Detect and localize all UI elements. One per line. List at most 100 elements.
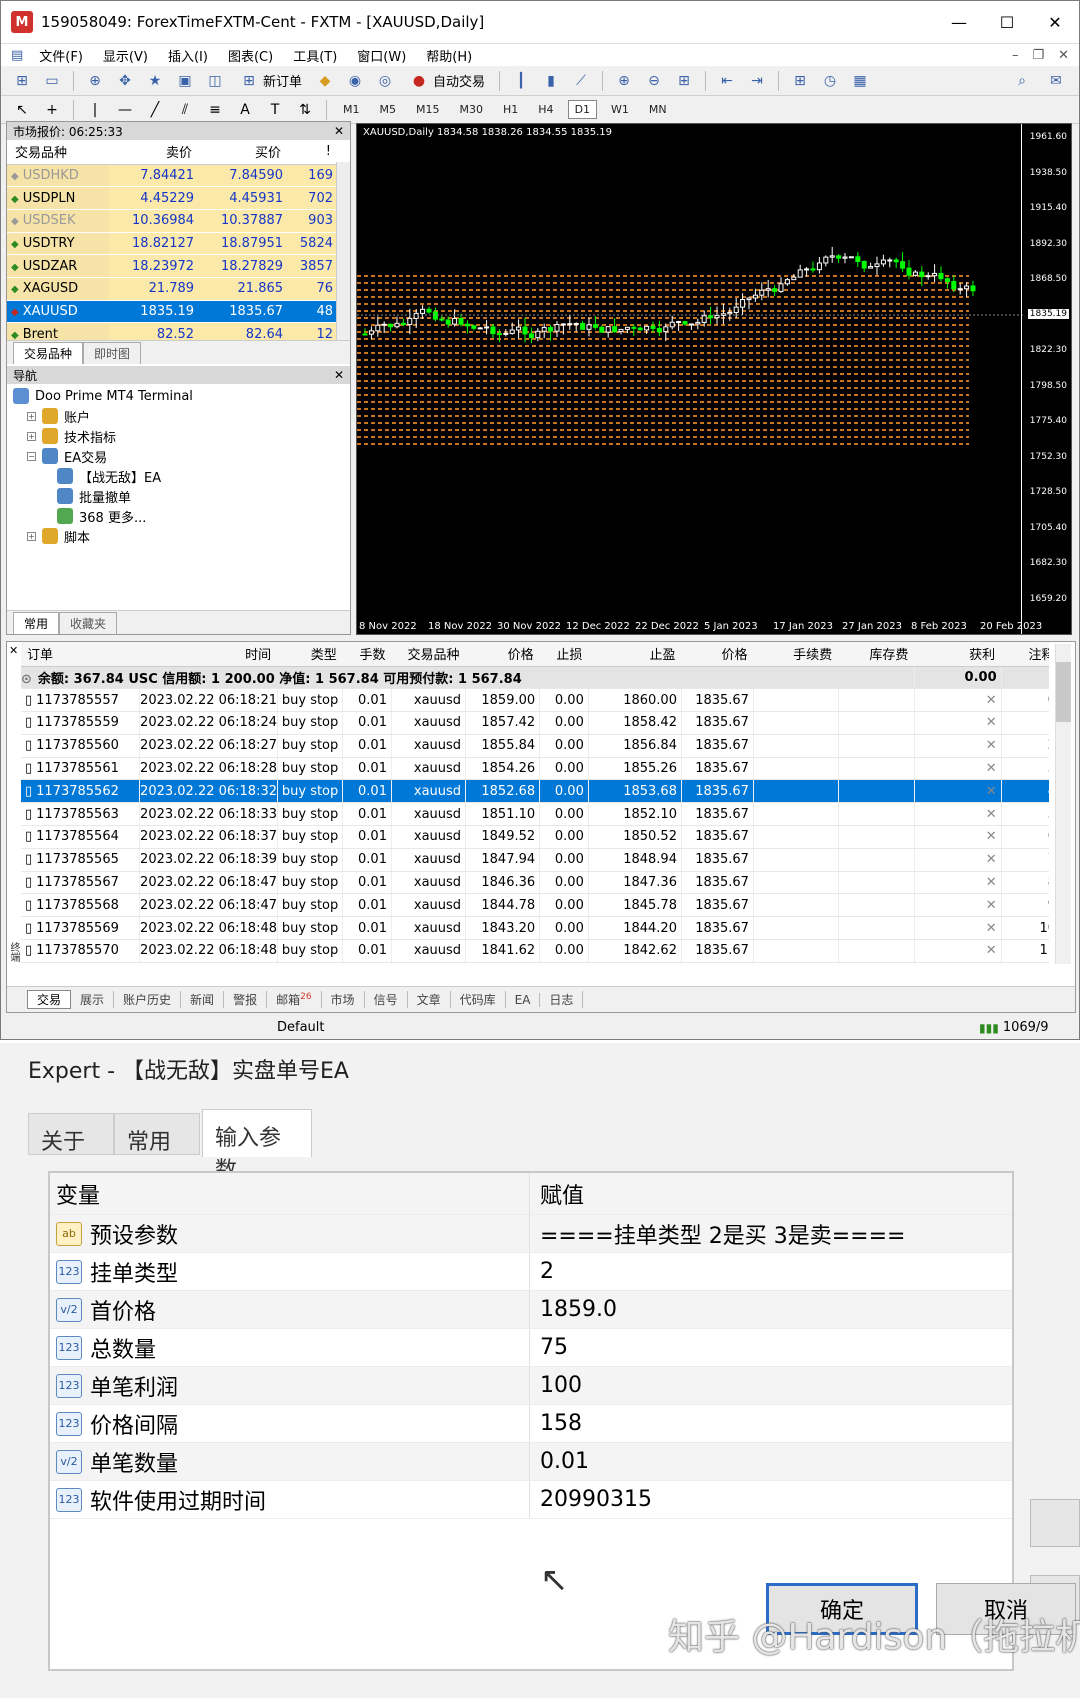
order-row[interactable]: ▯ 1173785561 2023.02.22 06:18:28 buy stop 0.…	[21, 757, 1049, 781]
nav-item[interactable]: 【战无敌】EA	[13, 466, 344, 486]
vertical-line-icon[interactable]: |	[84, 99, 106, 121]
market-watch-row[interactable]: ◆ USDPLN 4.45229 4.45931 702	[7, 186, 337, 210]
delete-cell[interactable]: ✕	[914, 871, 1002, 895]
mdi-restore-icon[interactable]: ❐	[1032, 48, 1044, 63]
param-row[interactable]: 123 挂单类型 2	[50, 1253, 1012, 1291]
order-row[interactable]: ▯ 1173785562 2023.02.22 06:18:32 buy stop 0.…	[21, 779, 1049, 804]
terminal-tab[interactable]: 展示	[71, 991, 115, 1008]
param-value[interactable]: 20990315	[530, 1487, 652, 1512]
expand-icon[interactable]: +	[27, 531, 36, 541]
delete-icon[interactable]: ✕	[986, 693, 997, 708]
channel-icon[interactable]: ⫽	[174, 99, 196, 121]
delete-icon[interactable]: ✕	[986, 784, 997, 799]
crosshair-icon[interactable]: +	[41, 99, 63, 121]
column-header[interactable]: 库存费	[838, 642, 915, 667]
column-header[interactable]: !	[287, 140, 337, 165]
menu-chart[interactable]: 图表(C)	[218, 46, 283, 65]
periods-icon[interactable]: ◷	[819, 70, 841, 92]
param-value[interactable]: 2	[530, 1259, 554, 1284]
market-watch-row[interactable]: ◆ XAUUSD 1835.19 1835.67 48	[7, 300, 337, 324]
nav-item[interactable]: + 脚本	[13, 526, 344, 546]
tab-about[interactable]: 关于	[28, 1113, 114, 1155]
search-icon[interactable]: ⌕	[1011, 70, 1033, 92]
param-row[interactable]: v/2 首价格 1859.0	[50, 1291, 1012, 1329]
param-row[interactable]: v/2 单笔数量 0.01	[50, 1443, 1012, 1481]
column-header[interactable]: 手续费	[753, 642, 839, 667]
delete-icon[interactable]: ✕	[986, 715, 997, 730]
strategy-tester-icon[interactable]: ◫	[204, 70, 226, 92]
nav-item[interactable]: + 账户	[13, 406, 344, 426]
terminal-tab[interactable]: 交易	[27, 990, 72, 1009]
column-header[interactable]: 止盈	[588, 642, 682, 667]
radio-icon[interactable]: ◎	[374, 70, 396, 92]
expand-icon[interactable]: +	[27, 411, 36, 421]
column-header[interactable]: 类型	[277, 642, 343, 667]
new-chart-icon[interactable]: ⊞	[11, 70, 33, 92]
delete-icon[interactable]: ✕	[986, 898, 997, 913]
delete-icon[interactable]: ✕	[986, 761, 997, 776]
delete-icon[interactable]: ✕	[986, 829, 997, 844]
new-order-button[interactable]: ⊞ 新订单	[234, 70, 306, 92]
indicators-icon[interactable]: ⊞	[789, 70, 811, 92]
terminal-tab[interactable]: 日志	[540, 991, 584, 1008]
market-watch-row[interactable]: ◆ XAGUSD 21.789 21.865 76	[7, 277, 337, 301]
menu-window[interactable]: 窗口(W)	[347, 46, 416, 65]
tab-tick-chart[interactable]: 即时图	[83, 342, 142, 364]
mdi-minimize-icon[interactable]: –	[1012, 48, 1019, 63]
delete-cell[interactable]: ✕	[914, 779, 1002, 804]
param-row[interactable]: 123 总数量 75	[50, 1329, 1012, 1367]
auto-scroll-icon[interactable]: ⇤	[716, 70, 738, 92]
param-row[interactable]: 123 单笔利润 100	[50, 1367, 1012, 1405]
delete-cell[interactable]: ✕	[914, 688, 1002, 713]
terminal-tab[interactable]: 代码库	[451, 991, 506, 1008]
nav-item[interactable]: + 技术指标	[13, 426, 344, 446]
order-row[interactable]: ▯ 1173785565 2023.02.22 06:18:39 buy stop 0.…	[21, 848, 1049, 872]
delete-cell[interactable]: ✕	[914, 825, 1002, 849]
terminal-tab[interactable]: 警报	[224, 991, 268, 1008]
column-header[interactable]: 订单	[21, 642, 140, 667]
timeframe-m30[interactable]: M30	[454, 101, 490, 118]
tab-symbols[interactable]: 交易品种	[13, 342, 84, 364]
terminal-icon[interactable]: ▣	[174, 70, 196, 92]
minimize-button[interactable]: —	[935, 1, 983, 44]
timeframe-m1[interactable]: M1	[337, 101, 366, 118]
mdi-close-icon[interactable]: ✕	[1058, 48, 1069, 63]
close-icon[interactable]: ✕	[334, 124, 350, 138]
order-row[interactable]: ▯ 1173785570 2023.02.22 06:18:48 buy stop 0.…	[21, 939, 1049, 963]
order-row[interactable]: ▯ 1173785563 2023.02.22 06:18:33 buy stop 0.…	[21, 802, 1049, 827]
timeframe-h4[interactable]: H4	[532, 101, 559, 118]
delete-icon[interactable]: ✕	[986, 943, 997, 958]
terminal-tab[interactable]: EA	[506, 992, 541, 1007]
param-value[interactable]: 100	[530, 1373, 582, 1398]
menu-tools[interactable]: 工具(T)	[283, 46, 347, 65]
timeframe-m15[interactable]: M15	[410, 101, 446, 118]
close-icon[interactable]: ✕	[334, 368, 350, 382]
order-row[interactable]: ▯ 1173785568 2023.02.22 06:18:47 buy stop 0.…	[21, 893, 1049, 918]
timeframe-m5[interactable]: M5	[374, 101, 403, 118]
column-header[interactable]: 卖价	[109, 140, 199, 165]
market-watch-row[interactable]: ◆ USDTRY 18.82127 18.87951 5824	[7, 232, 337, 256]
delete-icon[interactable]: ✕	[986, 921, 997, 936]
param-row[interactable]: 123 软件使用过期时间 20990315	[50, 1481, 1012, 1519]
order-row[interactable]: ▯ 1173785564 2023.02.22 06:18:37 buy stop 0.…	[21, 825, 1049, 849]
tab-common[interactable]: 常用	[13, 612, 60, 634]
order-row[interactable]: ▯ 1173785559 2023.02.22 06:18:24 buy stop 0.…	[21, 711, 1049, 735]
close-icon[interactable]: ✕	[9, 644, 18, 657]
menu-help[interactable]: 帮助(H)	[416, 46, 482, 65]
close-button[interactable]: ✕	[1031, 1, 1079, 44]
delete-icon[interactable]: ✕	[986, 852, 997, 867]
candlestick-icon[interactable]: ▮	[540, 70, 562, 92]
zoom-out-icon[interactable]: ⊖	[643, 70, 665, 92]
param-value[interactable]: 1859.0	[530, 1297, 617, 1322]
tile-windows-icon[interactable]: ⊞	[673, 70, 695, 92]
maximize-button[interactable]: ☐	[983, 1, 1031, 44]
terminal-tab[interactable]: 邮箱26	[267, 991, 322, 1008]
delete-cell[interactable]: ✕	[914, 916, 1002, 941]
terminal-tab[interactable]: 信号	[365, 991, 408, 1008]
chat-icon[interactable]: ✉	[1045, 70, 1067, 92]
signals-icon[interactable]: ◉	[344, 70, 366, 92]
navigator-icon[interactable]: ★	[144, 70, 166, 92]
param-value[interactable]: 158	[530, 1411, 582, 1436]
trendline-icon[interactable]: ╱	[144, 99, 166, 121]
column-header[interactable]: 止损	[539, 642, 589, 667]
